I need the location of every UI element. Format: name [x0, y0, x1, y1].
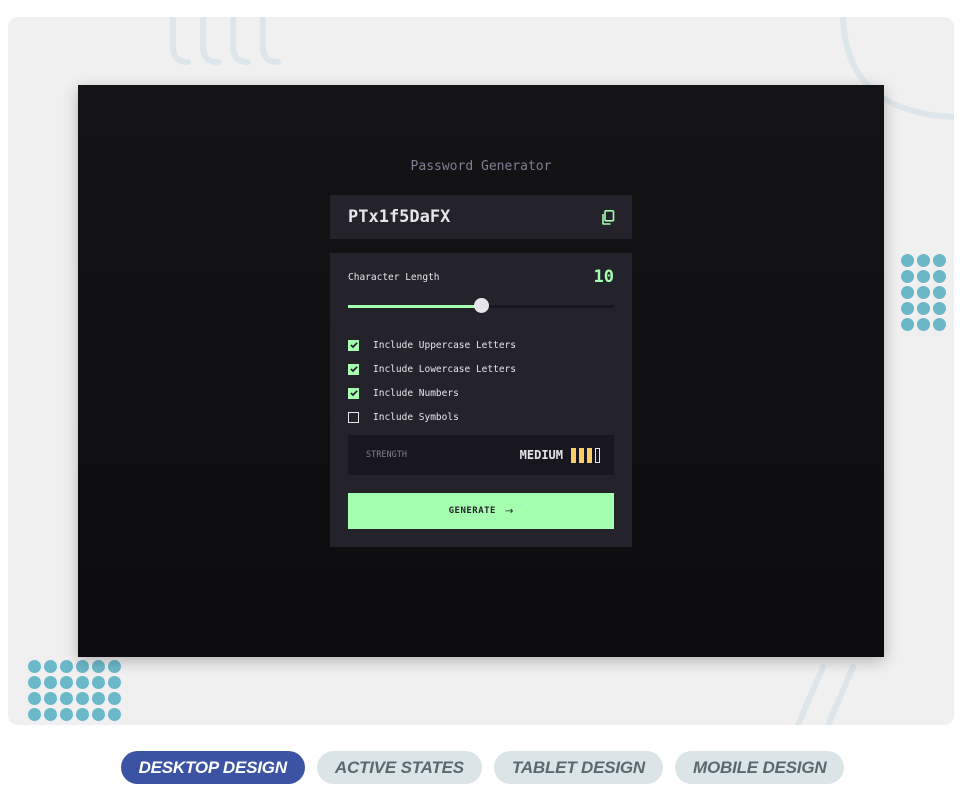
option-label: Include Uppercase Letters	[373, 339, 516, 351]
option-row[interactable]: Include Lowercase Letters	[348, 357, 516, 381]
strength-bars	[571, 447, 600, 463]
option-label: Include Lowercase Letters	[373, 363, 516, 375]
strength-bar	[579, 447, 584, 463]
strength-bar	[587, 447, 592, 463]
password-text: PTx1f5DaFX	[348, 207, 451, 227]
design-tabs: DESKTOP DESIGN ACTIVE STATES TABLET DESIGN…	[0, 751, 973, 784]
generate-label: GENERATE	[448, 506, 496, 516]
strength-label: STRENGTH	[366, 450, 407, 460]
checkbox-checked[interactable]	[348, 339, 359, 351]
copy-icon[interactable]	[601, 209, 615, 225]
strength-meter: STRENGTH MEDIUM	[348, 435, 614, 475]
tab-mobile-design[interactable]: MOBILE DESIGN	[675, 751, 845, 784]
option-label: Include Numbers	[373, 387, 459, 399]
decorative-dots-left	[28, 660, 121, 721]
checkmark-icon	[349, 390, 358, 396]
tab-desktop-design[interactable]: DESKTOP DESIGN	[120, 751, 305, 784]
decorative-dots-right	[901, 254, 946, 331]
option-row[interactable]: Include Uppercase Letters	[348, 333, 516, 357]
option-row[interactable]: Include Numbers	[348, 381, 516, 405]
slider-fill	[348, 305, 481, 308]
length-slider[interactable]	[348, 298, 614, 313]
strength-bar	[595, 447, 600, 463]
option-label: Include Symbols	[373, 411, 459, 423]
strength-bar	[571, 447, 576, 463]
tab-active-states[interactable]: ACTIVE STATES	[316, 751, 482, 784]
option-row[interactable]: Include Symbols	[348, 405, 516, 429]
character-length-row: Character Length 10	[348, 267, 614, 287]
strength-value: MEDIUM	[519, 448, 563, 462]
slider-thumb[interactable]	[474, 298, 489, 313]
preview-frame: Password Generator PTx1f5DaFX Character …	[8, 17, 954, 725]
generate-button[interactable]: GENERATE →	[348, 493, 614, 529]
character-length-label: Character Length	[348, 271, 440, 283]
arrow-right-icon: →	[504, 505, 514, 517]
settings-panel: Character Length 10 Include Uppercase Le…	[330, 253, 632, 547]
character-length-value: 10	[593, 267, 614, 287]
options-list: Include Uppercase Letters Include Lowerca…	[348, 333, 516, 429]
checkmark-icon	[349, 342, 358, 348]
checkmark-icon	[349, 366, 358, 372]
checkbox-checked[interactable]	[348, 363, 359, 375]
app-screenshot: Password Generator PTx1f5DaFX Character …	[78, 85, 884, 657]
app-title: Password Generator	[410, 159, 552, 174]
checkbox-checked[interactable]	[348, 387, 359, 399]
checkbox-unchecked[interactable]	[348, 411, 359, 423]
tab-tablet-design[interactable]: TABLET DESIGN	[493, 751, 664, 784]
password-display: PTx1f5DaFX	[330, 195, 632, 239]
